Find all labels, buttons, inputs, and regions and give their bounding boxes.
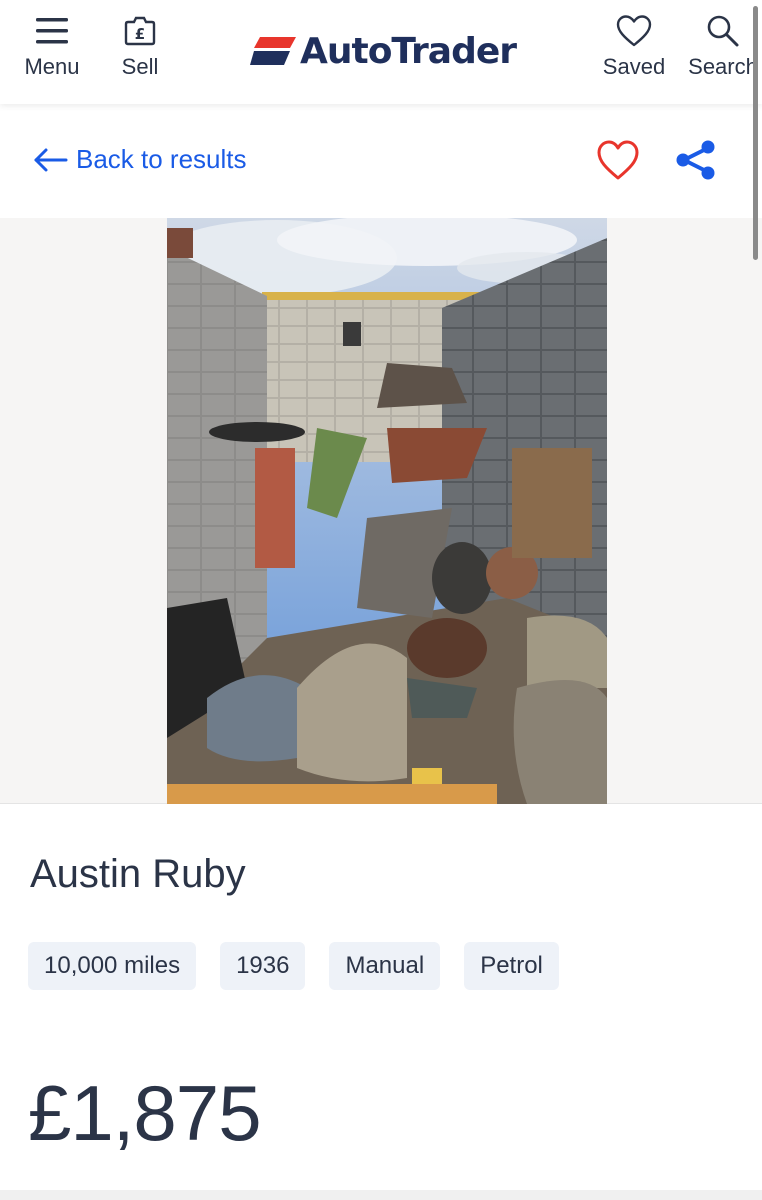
- section-divider: [0, 1190, 762, 1200]
- top-header: Menu £ Sell AutoTrader Saved Search: [0, 0, 762, 104]
- listing-title: Austin Ruby: [30, 852, 246, 896]
- sell-button[interactable]: £ Sell: [112, 14, 168, 90]
- share-icon: [676, 140, 715, 180]
- magnifier-icon: [707, 15, 739, 47]
- menu-label: Menu: [24, 54, 80, 79]
- spec-transmission: Manual: [329, 942, 441, 990]
- arrow-left-icon: [34, 148, 68, 171]
- pound-tag-icon: £: [124, 16, 156, 46]
- logo-stripes-icon: [250, 37, 296, 65]
- back-label: Back to results: [76, 144, 247, 174]
- heart-outline-icon: [597, 140, 639, 180]
- listing-toolbar: Back to results: [0, 104, 762, 218]
- favourite-button[interactable]: [596, 138, 640, 187]
- page-scrollbar[interactable]: [753, 6, 758, 260]
- menu-button[interactable]: Menu: [20, 14, 84, 90]
- listing-price: £1,875: [28, 1069, 262, 1157]
- svg-text:£: £: [135, 25, 145, 43]
- spec-fuel: Petrol: [464, 942, 559, 990]
- back-to-results-link[interactable]: Back to results: [32, 144, 247, 175]
- key-specs: 10,000 miles 1936 Manual Petrol: [28, 942, 583, 990]
- share-button[interactable]: [674, 138, 718, 187]
- logo-text: AutoTrader: [300, 30, 517, 72]
- saved-label: Saved: [602, 54, 666, 79]
- saved-button[interactable]: Saved: [596, 14, 672, 90]
- search-button[interactable]: Search: [682, 14, 762, 90]
- hamburger-icon: [36, 18, 68, 44]
- spec-mileage: 10,000 miles: [28, 942, 197, 990]
- autotrader-logo[interactable]: AutoTrader: [250, 28, 517, 74]
- heart-outline-icon: [616, 15, 652, 47]
- photo-gallery[interactable]: [0, 218, 762, 804]
- search-label: Search: [688, 54, 758, 79]
- listing-photo[interactable]: [167, 218, 607, 804]
- sell-label: Sell: [121, 54, 159, 79]
- junk-pile-image: [167, 218, 607, 804]
- spec-year: 1936: [220, 942, 306, 990]
